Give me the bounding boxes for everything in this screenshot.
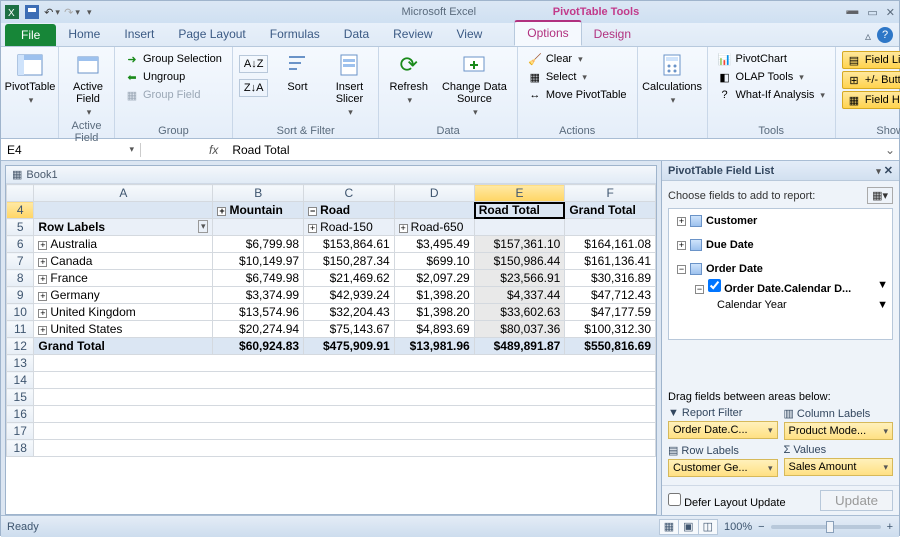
tab-formulas[interactable]: Formulas	[258, 23, 332, 46]
col-B[interactable]: B	[213, 185, 304, 202]
field-tree[interactable]: +Customer +Due Date −Order Date − Order …	[668, 208, 893, 340]
name-box[interactable]: E4▾	[1, 143, 141, 157]
tab-file[interactable]: File	[5, 24, 56, 46]
ungroup-button[interactable]: ⬅Ungroup	[121, 69, 226, 85]
col-A[interactable]: A	[34, 185, 213, 202]
tab-options[interactable]: Options	[514, 20, 581, 46]
table-row: 10+United Kingdom$13,574.96$32,204.43$1,…	[7, 304, 656, 321]
select-all[interactable]	[7, 185, 34, 202]
pivottable-button[interactable]: PivotTable▾	[7, 49, 53, 108]
zoom-out-icon[interactable]: −	[758, 521, 764, 533]
clear-button[interactable]: 🧹Clear▾	[524, 51, 631, 67]
undo-icon[interactable]: ↶▾	[45, 5, 59, 19]
tab-pagelayout[interactable]: Page Layout	[166, 23, 257, 46]
group-field-button: ▦Group Field	[121, 87, 226, 103]
zoom-slider[interactable]	[771, 525, 881, 529]
col-D[interactable]: D	[394, 185, 474, 202]
col-F[interactable]: F	[565, 185, 656, 202]
table-row: 8+France$6,749.98$21,469.62$2,097.29$23,…	[7, 270, 656, 287]
fieldlist-menu-icon[interactable]: ▾	[876, 166, 881, 176]
view-break-icon[interactable]: ◫	[698, 519, 718, 535]
pm-buttons-toggle[interactable]: ⊞+/- Buttons	[842, 71, 900, 89]
select-button[interactable]: ▦Select▾	[524, 69, 631, 85]
expand-fbar-icon[interactable]: ⌄	[881, 143, 899, 157]
zoom-pct[interactable]: 100%	[724, 521, 752, 533]
sort-asc-icon[interactable]: A↓Z	[239, 55, 269, 73]
workbook-icon: ▦	[12, 168, 22, 181]
orderdate-check[interactable]	[708, 279, 721, 292]
filter-icon[interactable]: ▼	[877, 299, 888, 311]
rows-area-icon: ▤	[668, 444, 678, 457]
context-title: PivotTable Tools	[541, 4, 651, 20]
view-layout-icon[interactable]: ▣	[678, 519, 698, 535]
app-title: Microsoft Excel	[402, 6, 477, 18]
whatif-button[interactable]: ?What-If Analysis▾	[714, 87, 829, 103]
pivotchart-button[interactable]: 📊PivotChart	[714, 51, 829, 67]
insert-slicer-button[interactable]: Insert Slicer▾	[326, 49, 372, 120]
qat-customize-icon[interactable]: ▾	[87, 7, 92, 18]
olap-tools-button[interactable]: ◧OLAP Tools▾	[714, 69, 829, 85]
field-headers-toggle[interactable]: ▦Field Headers	[842, 91, 900, 109]
formula-bar[interactable]: Road Total	[226, 143, 881, 157]
cols-area-icon: ▥	[784, 407, 794, 420]
cols-area[interactable]: Product Mode...▾	[784, 422, 894, 440]
save-icon[interactable]	[25, 5, 39, 19]
ribbon-min-icon[interactable]: ▵	[865, 29, 871, 43]
status-ready: Ready	[7, 521, 39, 533]
view-normal-icon[interactable]: ▦	[659, 519, 679, 535]
rowlabels-filter-icon[interactable]: ▾	[198, 220, 209, 233]
sort-desc-icon[interactable]: Z↓A	[239, 79, 269, 97]
minimize-icon[interactable]: ➖	[846, 6, 860, 19]
table-row: 6+Australia$6,799.98$153,864.61$3,495.49…	[7, 236, 656, 253]
filter-area-icon: ▼	[668, 407, 679, 419]
filter-area[interactable]: Order Date.C...▾	[668, 421, 778, 439]
change-source-button[interactable]: Change Data Source▾	[438, 49, 511, 120]
tab-design[interactable]: Design	[582, 23, 643, 46]
col-C[interactable]: C	[304, 185, 395, 202]
fieldlist-title: PivotTable Field List	[668, 165, 774, 177]
layout-icon[interactable]: ▦▾	[867, 187, 893, 204]
vals-area[interactable]: Sales Amount▾	[784, 458, 894, 476]
update-button: Update	[820, 490, 893, 511]
tab-insert[interactable]: Insert	[112, 23, 166, 46]
active-cell[interactable]: Road Total	[474, 202, 565, 219]
move-pivot-button[interactable]: ↔Move PivotTable	[524, 87, 631, 103]
tab-view[interactable]: View	[445, 23, 495, 46]
col-E[interactable]: E	[474, 185, 565, 202]
svg-text:X: X	[8, 8, 15, 19]
tab-review[interactable]: Review	[381, 23, 444, 46]
refresh-button[interactable]: ⟳ Refresh▾	[385, 49, 432, 108]
tab-home[interactable]: Home	[56, 23, 112, 46]
group-selection-button[interactable]: ➜Group Selection	[121, 51, 226, 67]
calculations-button[interactable]: Calculations▾	[644, 49, 701, 108]
restore-icon[interactable]: ▭	[867, 6, 877, 19]
tab-data[interactable]: Data	[332, 23, 381, 46]
table-row: 7+Canada$10,149.97$150,287.34$699.10$150…	[7, 253, 656, 270]
rows-area[interactable]: Customer Ge...▾	[668, 459, 778, 477]
table-row: 9+Germany$3,374.99$42,939.24$1,398.20$4,…	[7, 287, 656, 304]
sort-button[interactable]: Sort	[274, 49, 320, 95]
excel-icon: X	[5, 5, 19, 19]
fieldlist-close-icon[interactable]: ✕	[884, 165, 893, 177]
vals-area-icon: Σ	[784, 444, 791, 456]
defer-check[interactable]: Defer Layout Update	[668, 493, 786, 509]
active-field-button[interactable]: Active Field▾	[65, 49, 111, 120]
redo-icon[interactable]: ↷▾	[65, 5, 79, 19]
field-list-toggle[interactable]: ▤Field List	[842, 51, 900, 69]
help-icon[interactable]: ?	[877, 27, 893, 43]
workbook-title: Book1	[26, 169, 57, 181]
zoom-in-icon[interactable]: +	[887, 521, 893, 533]
table-row: 11+United States$20,274.94$75,143.67$4,8…	[7, 321, 656, 338]
fx-icon[interactable]: fx	[201, 143, 226, 157]
filter-icon[interactable]: ▼	[877, 279, 888, 291]
close-icon[interactable]: ✕	[886, 6, 895, 19]
